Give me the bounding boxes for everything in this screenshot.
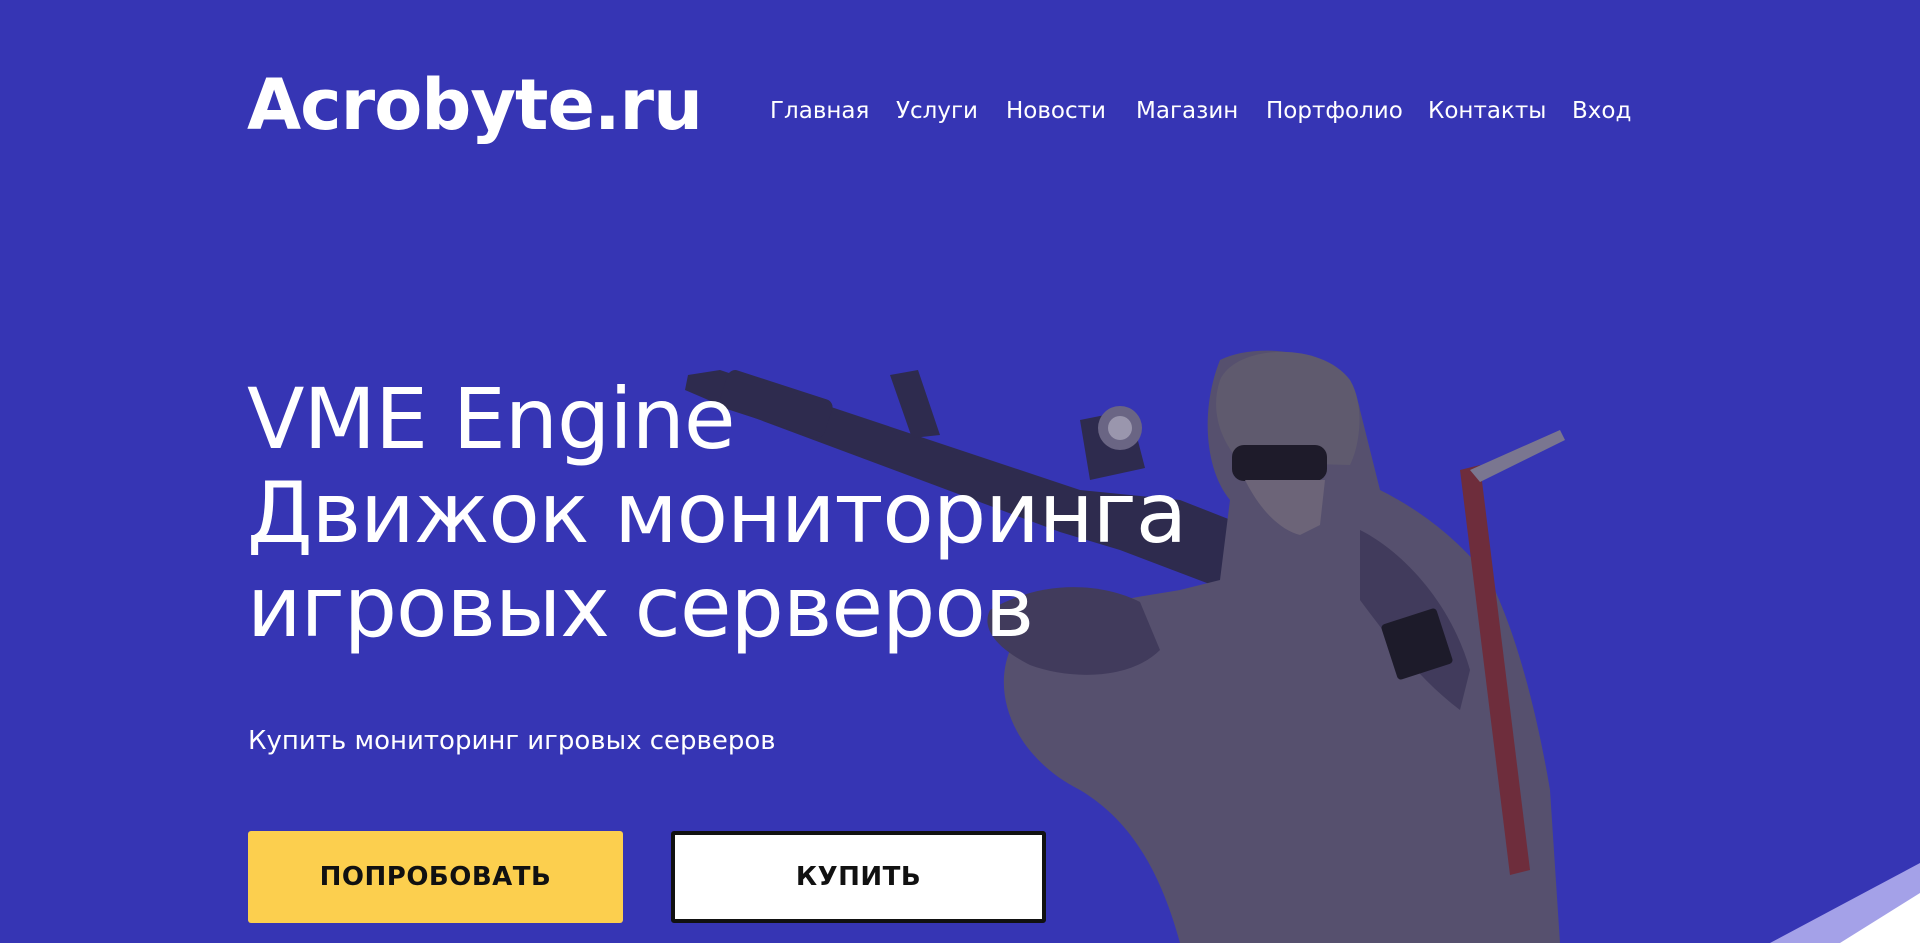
- nav-item-contacts[interactable]: Контакты: [1428, 96, 1546, 126]
- decorative-corner-stripe: [1770, 863, 1920, 943]
- hero-title-line-3: игровых серверов: [247, 558, 1034, 656]
- nav-item-portfolio[interactable]: Портфолио: [1266, 96, 1403, 126]
- buy-button[interactable]: КУПИТЬ: [671, 831, 1046, 923]
- hero-subtitle: Купить мониторинг игровых серверов: [248, 726, 776, 756]
- hero-title-line-2: Движок мониторинга: [247, 464, 1187, 562]
- nav-item-shop[interactable]: Магазин: [1136, 96, 1238, 126]
- nav-item-home[interactable]: Главная: [770, 96, 869, 126]
- hero-title: VME Engine Движок мониторинга игровых се…: [247, 370, 1187, 656]
- try-button[interactable]: ПОПРОБОВАТЬ: [248, 831, 623, 923]
- hero-title-line-1: VME Engine: [247, 370, 736, 468]
- site-header: Acrobyte.ru Главная Услуги Новости Магаз…: [0, 0, 1920, 200]
- nav-item-login[interactable]: Вход: [1572, 96, 1631, 126]
- site-logo[interactable]: Acrobyte.ru: [247, 62, 703, 148]
- nav-item-services[interactable]: Услуги: [896, 96, 978, 126]
- nav-item-news[interactable]: Новости: [1006, 96, 1106, 126]
